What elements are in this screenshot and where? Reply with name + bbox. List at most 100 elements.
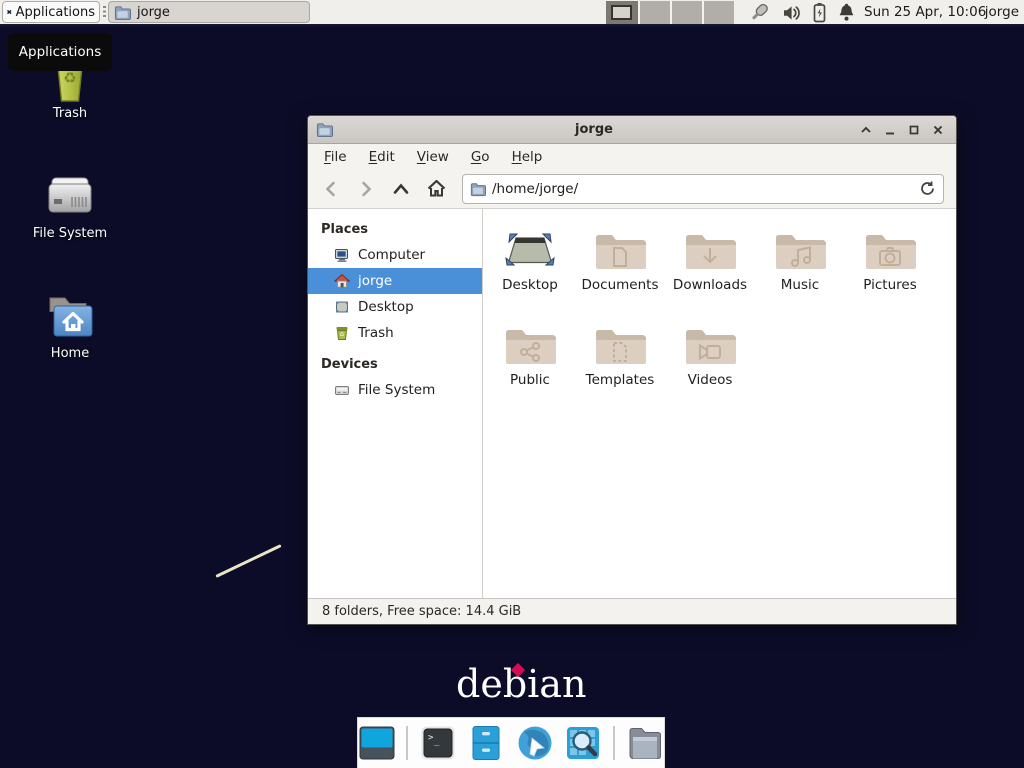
computer-icon: [334, 247, 350, 263]
file-list: Desktop Documents: [483, 209, 956, 598]
web-browser-button[interactable]: [516, 724, 554, 762]
menu-edit[interactable]: Edit: [369, 149, 395, 165]
workspace-switcher: [606, 1, 734, 24]
back-button[interactable]: [318, 176, 344, 202]
file-item-label: Pictures: [863, 277, 916, 293]
file-manager-window: jorge File Edit View Go Help: [307, 115, 957, 625]
terminal-icon: > _: [420, 725, 456, 761]
status-bar: 8 folders, Free space: 14.4 GiB: [308, 598, 956, 624]
sidebar-item-label: Trash: [358, 325, 394, 341]
folder-public-icon: [504, 324, 556, 366]
file-item-downloads[interactable]: Downloads: [665, 229, 755, 324]
file-item-videos[interactable]: Videos: [665, 324, 755, 419]
top-panel: Applications jorge: [0, 0, 1024, 26]
harddrive-icon: [45, 170, 95, 222]
file-item-public[interactable]: Public: [485, 324, 575, 419]
folder-music-icon: [774, 229, 826, 271]
window-titlebar[interactable]: jorge: [308, 116, 956, 144]
sidebar-item-desktop[interactable]: Desktop: [308, 294, 482, 320]
menu-help[interactable]: Help: [512, 149, 543, 165]
workspace-1[interactable]: [606, 1, 638, 24]
maximize-button[interactable]: [903, 119, 924, 141]
folder-pictures-icon: [864, 229, 916, 271]
dock-separator: [406, 726, 408, 760]
show-desktop-button[interactable]: [358, 724, 395, 762]
stray-line-artifact: [215, 544, 281, 578]
workspace-4[interactable]: [702, 1, 734, 24]
window-folder-icon: [316, 121, 333, 138]
file-item-label: Music: [781, 277, 819, 293]
workspace-2[interactable]: [638, 1, 670, 24]
home-folder-icon: [43, 290, 97, 342]
file-item-templates[interactable]: Templates: [575, 324, 665, 419]
sidebar-item-computer[interactable]: Computer: [308, 242, 482, 268]
close-button[interactable]: [927, 119, 948, 141]
path-input[interactable]: /home/jorge/: [492, 181, 913, 197]
desktop-icon-label: File System: [33, 226, 107, 241]
folder-icon: [626, 725, 664, 761]
file-item-label: Videos: [688, 372, 733, 388]
desktop-icon-label: Trash: [53, 106, 87, 121]
workspace-3[interactable]: [670, 1, 702, 24]
home-icon: [334, 273, 350, 289]
forward-button[interactable]: [353, 176, 379, 202]
svg-text:♻: ♻: [63, 69, 76, 87]
up-button[interactable]: [388, 176, 414, 202]
minimize-button[interactable]: [879, 119, 900, 141]
panel-grip-handle[interactable]: [103, 6, 106, 19]
menu-file[interactable]: File: [324, 149, 347, 165]
desktop-icon: [504, 229, 556, 271]
menu-go[interactable]: Go: [471, 149, 490, 165]
file-item-documents[interactable]: Documents: [575, 229, 665, 324]
sidebar-item-file-system[interactable]: File System: [308, 377, 482, 403]
panel-username[interactable]: jorge: [985, 0, 1019, 25]
sidebar-item-label: Computer: [358, 247, 425, 263]
file-item-label: Downloads: [673, 277, 747, 293]
app-finder-icon: [565, 725, 601, 761]
panel-clock[interactable]: Sun 25 Apr, 10:06: [864, 0, 986, 25]
sidebar-item-trash[interactable]: ♻ Trash: [308, 320, 482, 346]
sidebar-item-label: File System: [358, 382, 435, 398]
location-bar[interactable]: /home/jorge/: [462, 174, 944, 204]
svg-text:_: _: [434, 737, 440, 747]
file-item-music[interactable]: Music: [755, 229, 845, 324]
file-item-pictures[interactable]: Pictures: [845, 229, 935, 324]
menu-view[interactable]: View: [417, 149, 449, 165]
file-cabinet-icon: [469, 725, 503, 761]
sidebar-item-jorge[interactable]: jorge: [308, 268, 482, 294]
trash-icon: ♻: [334, 325, 350, 341]
reload-icon[interactable]: [919, 180, 936, 197]
desktop-icon-label: Home: [51, 346, 89, 361]
dock-panel: > _: [357, 717, 665, 768]
volume-icon[interactable]: [782, 3, 802, 23]
applications-menu-button[interactable]: Applications: [2, 1, 100, 23]
input-device-icon[interactable]: [749, 2, 773, 24]
svg-text:♻: ♻: [339, 332, 344, 339]
window-title: jorge: [333, 122, 855, 137]
home-button[interactable]: [423, 176, 449, 202]
sidebar-item-label: jorge: [358, 273, 392, 289]
folder-button[interactable]: [626, 724, 664, 762]
desktop-icon-home[interactable]: Home: [18, 290, 122, 361]
applications-tooltip: Applications: [8, 33, 112, 71]
folder-documents-icon: [594, 229, 646, 271]
file-item-label: Public: [510, 372, 550, 388]
sidebar-header-places: Places: [308, 217, 482, 242]
battery-charging-icon[interactable]: [811, 2, 828, 23]
file-item-label: Desktop: [502, 277, 558, 293]
terminal-button[interactable]: > _: [419, 724, 456, 762]
shade-button[interactable]: [855, 119, 876, 141]
taskbar-window-label: jorge: [137, 5, 170, 20]
taskbar-window-button[interactable]: jorge: [108, 1, 310, 23]
xfce-menu-icon: [7, 3, 12, 21]
application-finder-button[interactable]: [565, 724, 602, 762]
sidebar-header-devices: Devices: [308, 352, 482, 377]
file-manager-button[interactable]: [468, 724, 505, 762]
desktop-icon-file-system[interactable]: File System: [18, 170, 122, 241]
file-item-label: Documents: [582, 277, 659, 293]
folder-templates-icon: [594, 324, 646, 366]
toolbar: /home/jorge/: [308, 169, 956, 209]
debian-logo: debian: [456, 662, 586, 706]
file-item-desktop[interactable]: Desktop: [485, 229, 575, 324]
notifications-bell-icon[interactable]: [837, 2, 856, 23]
